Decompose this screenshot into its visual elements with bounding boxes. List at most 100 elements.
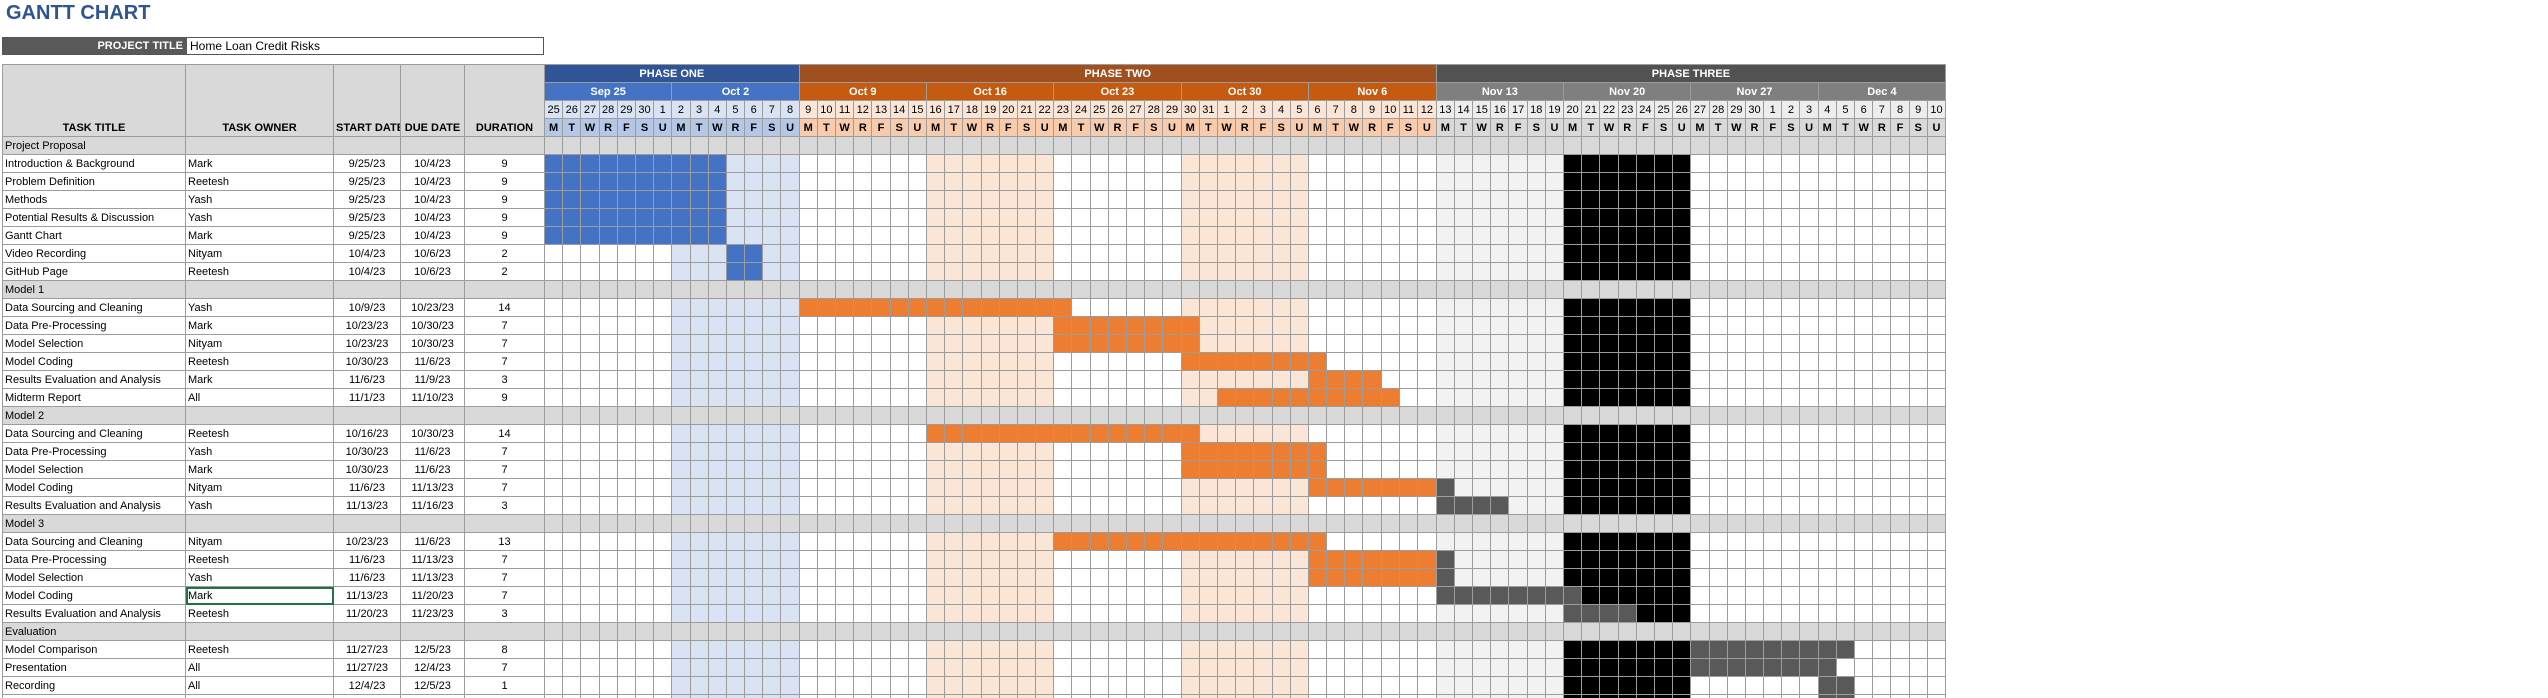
section-cell[interactable] — [1380, 406, 1400, 425]
day-cell[interactable] — [835, 532, 855, 551]
day-cell[interactable] — [871, 604, 891, 623]
day-cell[interactable] — [1107, 172, 1128, 191]
section-cell[interactable] — [598, 622, 618, 641]
day-cell[interactable] — [1508, 316, 1528, 335]
section-cell[interactable] — [1126, 514, 1146, 533]
day-cell[interactable] — [1563, 694, 1583, 698]
day-cell[interactable] — [1817, 298, 1837, 317]
day-cell[interactable] — [1398, 658, 1419, 677]
gantt-bar-cell[interactable] — [1107, 334, 1128, 353]
day-cell[interactable] — [1344, 442, 1364, 461]
day-cell[interactable] — [1672, 316, 1692, 335]
day-cell[interactable] — [543, 424, 564, 443]
day-cell[interactable] — [1071, 550, 1091, 569]
day-cell[interactable] — [1216, 568, 1237, 587]
day-cell[interactable] — [1617, 244, 1637, 263]
day-cell[interactable] — [962, 208, 982, 227]
section-cell[interactable] — [1071, 514, 1091, 533]
day-cell[interactable] — [1872, 478, 1892, 497]
day-cell[interactable] — [1198, 154, 1218, 173]
start-date-cell[interactable]: 9/25/23 — [333, 190, 401, 209]
gantt-bar-cell[interactable] — [1453, 586, 1474, 605]
day-cell[interactable] — [1016, 262, 1037, 281]
day-cell[interactable] — [1635, 442, 1655, 461]
day-cell[interactable] — [634, 334, 655, 353]
section-cell[interactable] — [1908, 622, 1928, 641]
day-cell[interactable] — [944, 550, 964, 569]
day-cell[interactable] — [1344, 532, 1364, 551]
day-cell[interactable] — [871, 496, 891, 515]
day-cell[interactable] — [1799, 262, 1819, 281]
day-cell[interactable] — [835, 244, 855, 263]
day-cell[interactable] — [1089, 586, 1109, 605]
day-cell[interactable] — [744, 676, 764, 695]
gantt-bar-cell[interactable] — [1107, 424, 1128, 443]
day-cell[interactable] — [1289, 496, 1309, 515]
day-cell[interactable] — [689, 352, 709, 371]
day-cell[interactable] — [1799, 604, 1819, 623]
day-cell[interactable] — [780, 172, 800, 191]
gantt-bar-cell[interactable] — [653, 172, 673, 191]
day-cell[interactable] — [1216, 586, 1237, 605]
day-cell[interactable] — [1380, 442, 1400, 461]
day-cell[interactable] — [1617, 568, 1637, 587]
day-cell[interactable] — [944, 154, 964, 173]
day-cell[interactable] — [689, 316, 709, 335]
day-cell[interactable] — [1472, 316, 1492, 335]
day-cell[interactable] — [1326, 226, 1346, 245]
day-cell[interactable] — [1599, 226, 1619, 245]
day-cell[interactable] — [1817, 532, 1837, 551]
section-cell[interactable] — [1563, 406, 1583, 425]
day-cell[interactable] — [1035, 190, 1055, 209]
gantt-bar-cell[interactable] — [1307, 568, 1328, 587]
day-cell[interactable] — [1053, 640, 1073, 659]
gantt-bar-cell[interactable] — [1126, 316, 1146, 335]
day-cell[interactable] — [1253, 244, 1273, 263]
day-cell[interactable] — [853, 568, 873, 587]
day-cell[interactable] — [1071, 442, 1091, 461]
day-cell[interactable] — [1781, 316, 1801, 335]
gantt-bar-cell[interactable] — [671, 172, 691, 191]
day-cell[interactable] — [1417, 316, 1437, 335]
section-cell[interactable] — [1126, 622, 1146, 641]
day-cell[interactable] — [1289, 658, 1309, 677]
start-date-cell[interactable]: 11/6/23 — [333, 550, 401, 569]
day-cell[interactable] — [1508, 568, 1528, 587]
day-cell[interactable] — [1617, 370, 1637, 389]
day-cell[interactable] — [889, 154, 909, 173]
day-cell[interactable] — [1435, 172, 1455, 191]
section-cell[interactable] — [543, 406, 564, 425]
section-cell[interactable] — [1126, 280, 1146, 299]
day-cell[interactable] — [1253, 550, 1273, 569]
day-cell[interactable] — [1599, 208, 1619, 227]
day-cell[interactable] — [1253, 316, 1273, 335]
section-cell[interactable] — [562, 514, 582, 533]
day-cell[interactable] — [1235, 298, 1255, 317]
day-cell[interactable] — [634, 298, 655, 317]
day-cell[interactable] — [1344, 496, 1364, 515]
day-cell[interactable] — [653, 568, 673, 587]
day-cell[interactable] — [1781, 352, 1801, 371]
day-cell[interactable] — [1417, 442, 1437, 461]
day-cell[interactable] — [1835, 226, 1856, 245]
section-cell[interactable] — [744, 622, 764, 641]
task-owner-cell[interactable]: Mark — [185, 370, 334, 389]
day-cell[interactable] — [580, 586, 600, 605]
day-cell[interactable] — [998, 586, 1018, 605]
task-owner-cell[interactable]: Mark — [185, 154, 334, 173]
day-cell[interactable] — [762, 370, 782, 389]
day-cell[interactable] — [1926, 334, 1947, 353]
day-cell[interactable] — [907, 226, 927, 245]
section-cell[interactable] — [1198, 136, 1218, 155]
day-cell[interactable] — [1453, 604, 1474, 623]
gantt-bar-cell[interactable] — [1198, 532, 1218, 551]
day-cell[interactable] — [1380, 334, 1400, 353]
day-cell[interactable] — [1472, 694, 1492, 698]
day-cell[interactable] — [1417, 208, 1437, 227]
day-cell[interactable] — [889, 496, 909, 515]
day-cell[interactable] — [1599, 316, 1619, 335]
day-cell[interactable] — [744, 640, 764, 659]
day-cell[interactable] — [1781, 424, 1801, 443]
day-cell[interactable] — [962, 172, 982, 191]
day-cell[interactable] — [1872, 316, 1892, 335]
